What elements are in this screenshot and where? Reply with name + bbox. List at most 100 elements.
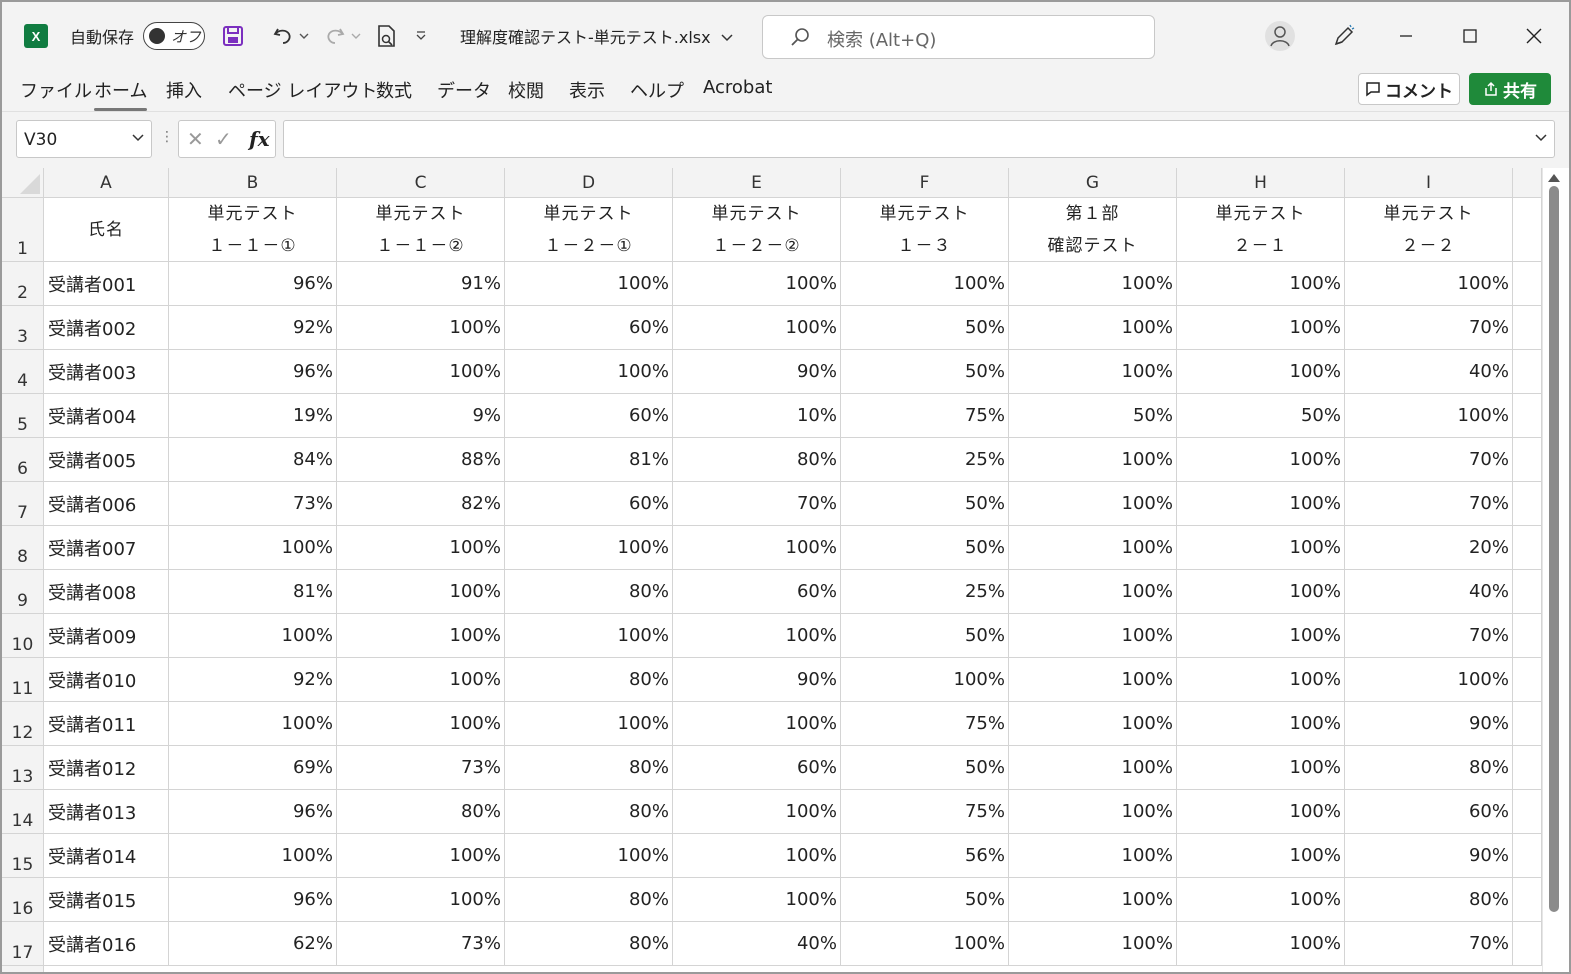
select-all-button[interactable] bbox=[2, 168, 44, 198]
score-cell[interactable]: 100% bbox=[1177, 482, 1345, 526]
header-cell-h[interactable]: 単元テスト ２－１ bbox=[1177, 198, 1345, 262]
empty-cell[interactable] bbox=[1513, 262, 1542, 306]
score-cell[interactable]: 81% bbox=[505, 438, 673, 482]
score-cell[interactable]: 90% bbox=[1345, 834, 1513, 878]
score-cell[interactable]: 100% bbox=[1009, 922, 1177, 966]
score-cell[interactable]: 90% bbox=[1345, 702, 1513, 746]
score-cell[interactable]: 70% bbox=[1345, 482, 1513, 526]
score-cell[interactable]: 100% bbox=[169, 614, 337, 658]
score-cell[interactable]: 82% bbox=[337, 482, 505, 526]
score-cell[interactable]: 75% bbox=[841, 790, 1009, 834]
score-cell[interactable]: 73% bbox=[169, 482, 337, 526]
name-cell[interactable]: 受講者012 bbox=[44, 746, 169, 790]
score-cell[interactable]: 100% bbox=[673, 790, 841, 834]
header-cell-i[interactable]: 単元テスト ２－２ bbox=[1345, 198, 1513, 262]
score-cell[interactable]: 10% bbox=[673, 394, 841, 438]
score-cell[interactable]: 88% bbox=[337, 438, 505, 482]
column-header-b[interactable]: B bbox=[169, 168, 337, 198]
score-cell[interactable]: 19% bbox=[169, 394, 337, 438]
tab-view[interactable]: 表示 bbox=[569, 77, 605, 103]
score-cell[interactable]: 100% bbox=[337, 570, 505, 614]
score-cell[interactable]: 100% bbox=[1177, 306, 1345, 350]
score-cell[interactable]: 73% bbox=[337, 746, 505, 790]
score-cell[interactable]: 25% bbox=[841, 438, 1009, 482]
score-cell[interactable]: 100% bbox=[841, 262, 1009, 306]
account-icon[interactable] bbox=[1260, 20, 1300, 52]
score-cell[interactable]: 92% bbox=[169, 658, 337, 702]
score-cell[interactable]: 69% bbox=[169, 746, 337, 790]
score-cell[interactable]: 100% bbox=[337, 878, 505, 922]
row-header-8[interactable]: 8 bbox=[2, 526, 44, 570]
score-cell[interactable]: 100% bbox=[169, 526, 337, 570]
score-cell[interactable]: 100% bbox=[505, 262, 673, 306]
empty-cell[interactable] bbox=[1513, 526, 1542, 570]
score-cell[interactable]: 100% bbox=[1009, 438, 1177, 482]
score-cell[interactable]: 91% bbox=[337, 262, 505, 306]
score-cell[interactable]: 100% bbox=[1177, 702, 1345, 746]
score-cell[interactable]: 100% bbox=[337, 702, 505, 746]
scroll-up-icon[interactable] bbox=[1548, 174, 1560, 182]
empty-cell[interactable] bbox=[1513, 746, 1542, 790]
score-cell[interactable]: 60% bbox=[673, 570, 841, 614]
tab-review[interactable]: 校閲 bbox=[508, 77, 544, 103]
score-cell[interactable]: 90% bbox=[673, 658, 841, 702]
expand-formula-bar-icon[interactable] bbox=[1534, 133, 1548, 143]
maximize-icon[interactable] bbox=[1450, 20, 1490, 52]
empty-cell[interactable] bbox=[1513, 834, 1542, 878]
score-cell[interactable]: 84% bbox=[169, 438, 337, 482]
score-cell[interactable]: 100% bbox=[505, 350, 673, 394]
row-header-14[interactable]: 14 bbox=[2, 790, 44, 834]
tab-home[interactable]: ホーム bbox=[94, 77, 148, 111]
score-cell[interactable]: 75% bbox=[841, 702, 1009, 746]
column-header-e[interactable]: E bbox=[673, 168, 841, 198]
share-button[interactable]: 共有 bbox=[1469, 73, 1551, 105]
score-cell[interactable]: 80% bbox=[1345, 878, 1513, 922]
score-cell[interactable]: 100% bbox=[337, 306, 505, 350]
score-cell[interactable]: 100% bbox=[337, 614, 505, 658]
score-cell[interactable]: 50% bbox=[841, 746, 1009, 790]
score-cell[interactable]: 70% bbox=[1345, 614, 1513, 658]
score-cell[interactable]: 100% bbox=[1177, 262, 1345, 306]
column-header-a[interactable]: A bbox=[44, 168, 169, 198]
row-header-12[interactable]: 12 bbox=[2, 702, 44, 746]
enter-icon[interactable]: ✓ bbox=[215, 127, 232, 151]
header-cell-g[interactable]: 第１部 確認テスト bbox=[1009, 198, 1177, 262]
comments-button[interactable]: コメント bbox=[1358, 73, 1460, 105]
name-cell[interactable]: 受講者005 bbox=[44, 438, 169, 482]
formula-input[interactable] bbox=[283, 120, 1555, 158]
name-cell[interactable]: 受講者006 bbox=[44, 482, 169, 526]
score-cell[interactable]: 100% bbox=[1177, 922, 1345, 966]
score-cell[interactable]: 100% bbox=[505, 526, 673, 570]
chevron-down-icon[interactable] bbox=[131, 133, 145, 143]
score-cell[interactable]: 100% bbox=[337, 658, 505, 702]
score-cell[interactable]: 50% bbox=[841, 350, 1009, 394]
score-cell[interactable]: 100% bbox=[1177, 878, 1345, 922]
score-cell[interactable]: 50% bbox=[841, 878, 1009, 922]
score-cell[interactable]: 100% bbox=[1345, 658, 1513, 702]
score-cell[interactable]: 100% bbox=[1177, 790, 1345, 834]
score-cell[interactable]: 73% bbox=[337, 922, 505, 966]
empty-cell[interactable] bbox=[1513, 394, 1542, 438]
score-cell[interactable]: 100% bbox=[673, 306, 841, 350]
row-header-2[interactable]: 2 bbox=[2, 262, 44, 306]
score-cell[interactable]: 40% bbox=[673, 922, 841, 966]
undo-icon[interactable] bbox=[270, 22, 296, 50]
row-header-5[interactable]: 5 bbox=[2, 394, 44, 438]
score-cell[interactable]: 100% bbox=[1009, 570, 1177, 614]
score-cell[interactable]: 100% bbox=[673, 702, 841, 746]
score-cell[interactable]: 100% bbox=[1009, 262, 1177, 306]
score-cell[interactable]: 60% bbox=[505, 394, 673, 438]
autosave-toggle[interactable]: オフ bbox=[143, 22, 205, 50]
score-cell[interactable]: 100% bbox=[841, 658, 1009, 702]
score-cell[interactable]: 92% bbox=[169, 306, 337, 350]
search-box[interactable]: 検索 (Alt+Q) bbox=[762, 15, 1155, 59]
score-cell[interactable]: 96% bbox=[169, 350, 337, 394]
empty-cell[interactable] bbox=[1513, 790, 1542, 834]
score-cell[interactable]: 100% bbox=[337, 350, 505, 394]
formula-bar-grip-icon[interactable]: ⋮ bbox=[160, 129, 174, 145]
score-cell[interactable]: 100% bbox=[673, 878, 841, 922]
score-cell[interactable]: 100% bbox=[1009, 878, 1177, 922]
close-icon[interactable] bbox=[1514, 20, 1554, 52]
tab-insert[interactable]: 挿入 bbox=[166, 77, 202, 103]
score-cell[interactable]: 50% bbox=[841, 614, 1009, 658]
